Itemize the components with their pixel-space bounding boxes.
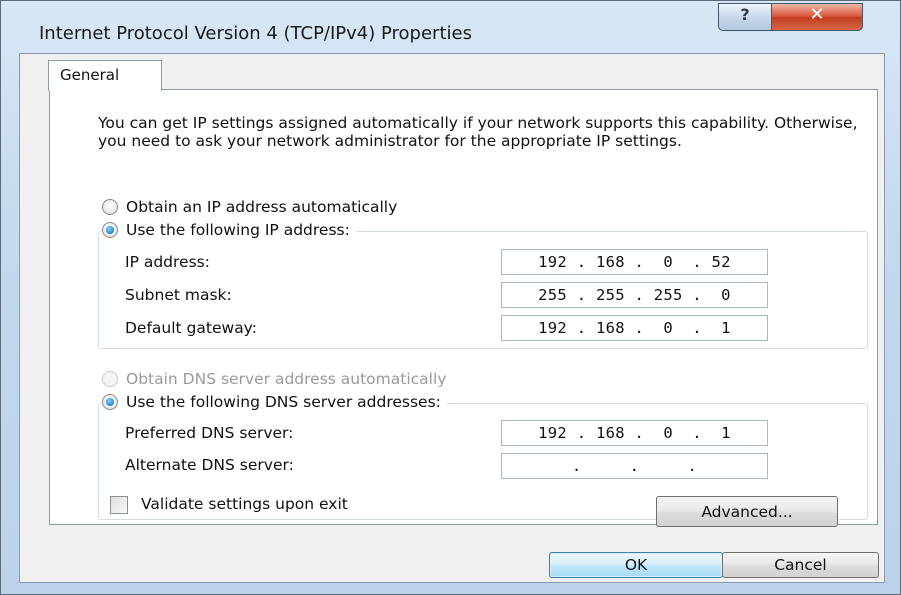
ok-button[interactable]: OK [549, 552, 723, 578]
use-following-dns-radio[interactable]: Use the following DNS server addresses: [102, 393, 447, 411]
default-gateway-field[interactable]: 192 . 168 . 0 . 1 [501, 315, 768, 341]
dialog-client-area: General You can get IP settings assigned… [19, 53, 885, 583]
default-gateway-label: Default gateway: [125, 319, 257, 337]
alternate-dns-field[interactable]: . . . [501, 453, 768, 479]
preferred-dns-field[interactable]: 192 . 168 . 0 . 1 [501, 420, 768, 446]
dialog-window: Internet Protocol Version 4 (TCP/IPv4) P… [0, 0, 901, 595]
use-following-dns-label: Use the following DNS server addresses: [126, 393, 441, 411]
close-icon: ✕ [809, 4, 825, 25]
description-text: You can get IP settings assigned automat… [98, 114, 858, 150]
validate-settings-label: Validate settings upon exit [141, 495, 348, 513]
obtain-ip-automatically-label: Obtain an IP address automatically [126, 198, 398, 216]
cancel-button[interactable]: Cancel [722, 552, 879, 578]
radio-button-icon [102, 199, 118, 215]
title-bar[interactable]: Internet Protocol Version 4 (TCP/IPv4) P… [1, 1, 900, 57]
preferred-dns-label: Preferred DNS server: [125, 424, 294, 442]
ip-address-field[interactable]: 192 . 168 . 0 . 52 [501, 249, 768, 275]
radio-button-selected-icon [102, 222, 118, 238]
ip-address-label: IP address: [125, 253, 210, 271]
radio-button-disabled-icon [102, 371, 118, 387]
alternate-dns-label: Alternate DNS server: [125, 456, 294, 474]
radio-button-selected-icon [102, 394, 118, 410]
close-button[interactable]: ✕ [771, 3, 863, 31]
validate-settings-checkbox[interactable] [110, 496, 128, 514]
obtain-dns-automatically-label: Obtain DNS server address automatically [126, 370, 447, 388]
tab-general[interactable]: General [48, 60, 162, 91]
use-following-ip-radio[interactable]: Use the following IP address: [102, 221, 356, 239]
general-tab-panel: You can get IP settings assigned automat… [49, 89, 878, 525]
help-button[interactable]: ? [718, 3, 772, 31]
window-title: Internet Protocol Version 4 (TCP/IPv4) P… [39, 23, 472, 44]
obtain-ip-automatically-radio[interactable]: Obtain an IP address automatically [102, 198, 397, 216]
subnet-mask-field[interactable]: 255 . 255 . 255 . 0 [501, 282, 768, 308]
advanced-button[interactable]: Advanced... [656, 496, 838, 527]
use-following-ip-label: Use the following IP address: [126, 221, 350, 239]
subnet-mask-label: Subnet mask: [125, 286, 232, 304]
help-icon: ? [740, 5, 750, 24]
obtain-dns-automatically-radio[interactable]: Obtain DNS server address automatically [102, 370, 446, 388]
